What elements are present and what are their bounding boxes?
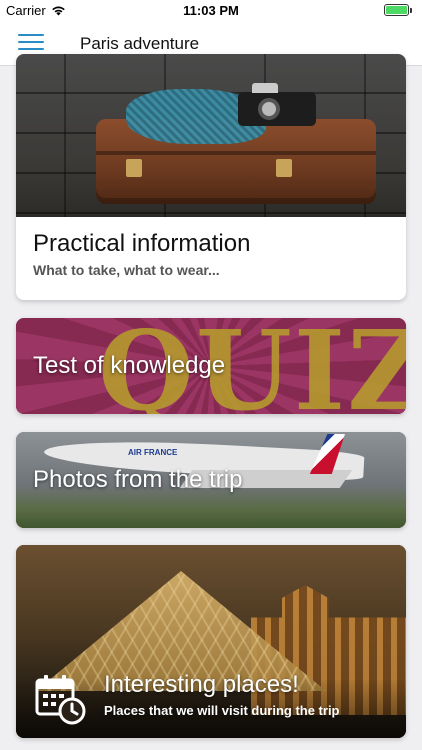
- status-time: 11:03 PM: [183, 3, 239, 18]
- camera-shape: [238, 83, 316, 126]
- calendar-clock-icon: [35, 675, 86, 725]
- test-of-knowledge-card[interactable]: QUIZ Test of knowledge: [16, 318, 406, 414]
- practical-information-card[interactable]: Practical information What to take, what…: [16, 54, 406, 300]
- status-bar: Carrier 11:03 PM: [0, 0, 422, 22]
- battery-level: [386, 6, 407, 14]
- card-subtitle: Places that we will visit during the tri…: [104, 703, 340, 718]
- hamburger-menu-icon[interactable]: [18, 34, 44, 54]
- status-right: [384, 4, 412, 16]
- card-title: Interesting places!: [104, 671, 299, 698]
- card-subtitle: What to take, what to wear...: [33, 262, 220, 278]
- card-title: Photos from the trip: [33, 466, 243, 493]
- app-screen: Carrier 11:03 PM Paris adventure Practic…: [0, 0, 422, 750]
- suitcase-image: [16, 54, 406, 217]
- battery-tip: [410, 7, 412, 13]
- card-title: Practical information: [33, 230, 251, 257]
- battery-icon: [384, 4, 409, 16]
- card-title: Test of knowledge: [33, 352, 226, 379]
- interesting-places-card[interactable]: Interesting places! Places that we will …: [16, 545, 406, 738]
- page-title: Paris adventure: [80, 34, 200, 53]
- photos-from-trip-card[interactable]: AIR FRANCE Photos from the trip: [16, 432, 406, 528]
- plane-livery-text: AIR FRANCE: [128, 448, 178, 457]
